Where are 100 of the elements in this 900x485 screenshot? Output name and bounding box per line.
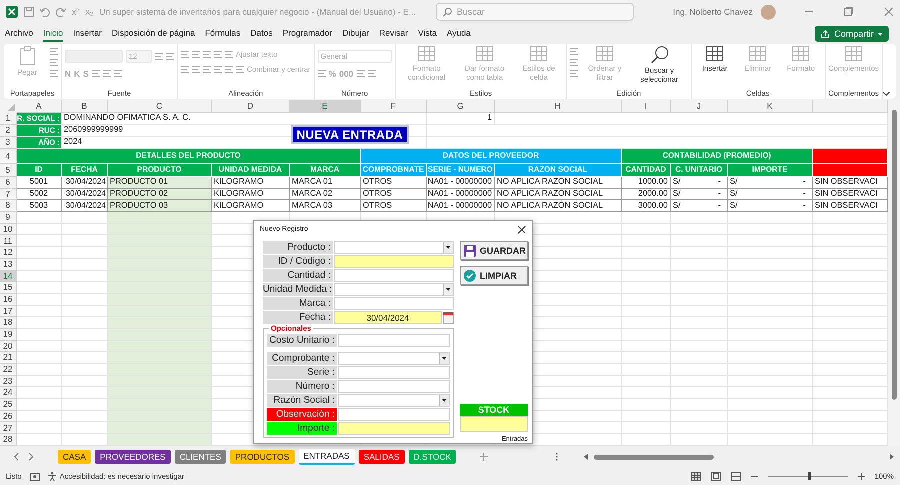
- row-header[interactable]: 7: [0, 188, 17, 200]
- zoom-in-icon[interactable]: [858, 473, 865, 480]
- dropdown-field[interactable]: [334, 241, 454, 254]
- share-button[interactable]: Compartir: [815, 26, 889, 42]
- input-field[interactable]: [334, 297, 454, 310]
- scroll-right-icon[interactable]: [890, 454, 894, 460]
- column-header[interactable]: K: [728, 100, 813, 113]
- sheet-tab[interactable]: PRODUCTOS: [230, 450, 295, 464]
- search-field[interactable]: Buscar: [436, 3, 634, 21]
- add-sheet-icon[interactable]: [480, 453, 488, 461]
- row-header[interactable]: 9: [0, 212, 17, 224]
- lines-icon[interactable]: [181, 66, 189, 74]
- row-header[interactable]: 10: [0, 224, 17, 236]
- next-icon[interactable]: [29, 453, 34, 461]
- lines-icon[interactable]: [225, 66, 233, 74]
- avatar[interactable]: [761, 4, 776, 20]
- lines-icon[interactable]: [236, 66, 244, 74]
- dropdown-arrow-icon[interactable]: [442, 357, 447, 360]
- redo-icon[interactable]: [56, 7, 66, 17]
- lines-icon[interactable]: [214, 50, 222, 58]
- row-header[interactable]: 13: [0, 258, 17, 270]
- caret-icon[interactable]: [878, 32, 883, 36]
- lines-icon[interactable]: [102, 70, 111, 78]
- clear-button[interactable]: LIMPIAR: [460, 266, 528, 285]
- lines-icon[interactable]: [356, 70, 365, 78]
- lines-icon[interactable]: [114, 70, 122, 78]
- row-header[interactable]: 5: [0, 164, 17, 177]
- row-header[interactable]: 12: [0, 247, 17, 259]
- dropdown-arrow-icon[interactable]: [442, 399, 447, 402]
- menu-tab[interactable]: Insertar: [73, 26, 102, 42]
- menu-tab[interactable]: Archivo: [5, 26, 34, 42]
- column-header[interactable]: H: [495, 100, 622, 113]
- input-field[interactable]: [334, 269, 454, 282]
- column-header[interactable]: J: [671, 100, 728, 113]
- lines-icon[interactable]: [50, 70, 58, 78]
- lines-icon[interactable]: [570, 59, 578, 67]
- lines-icon[interactable]: [570, 48, 578, 56]
- lines-icon[interactable]: [214, 66, 222, 74]
- close-icon[interactable]: [518, 226, 526, 234]
- column-header[interactable]: F: [361, 100, 427, 113]
- lines-icon[interactable]: [50, 48, 58, 56]
- date-field[interactable]: 30/04/2024: [334, 311, 442, 324]
- save-button[interactable]: GUARDAR: [460, 241, 528, 260]
- lines-icon[interactable]: [181, 50, 189, 58]
- row-header[interactable]: 23: [0, 376, 17, 388]
- menu-tab[interactable]: Revisar: [379, 26, 408, 42]
- lines-icon[interactable]: [192, 66, 200, 74]
- row-header[interactable]: 26: [0, 410, 17, 422]
- row-header[interactable]: 25: [0, 399, 17, 411]
- row-header[interactable]: 8: [0, 200, 17, 212]
- input-field[interactable]: [338, 380, 450, 393]
- dropdown-arrow-icon[interactable]: [446, 288, 451, 291]
- dropdown-field[interactable]: [338, 394, 450, 407]
- column-header[interactable]: D: [212, 100, 290, 113]
- lines-icon[interactable]: [203, 50, 211, 58]
- row-header[interactable]: 22: [0, 364, 17, 376]
- row-header[interactable]: 19: [0, 328, 17, 341]
- lines-icon[interactable]: [166, 52, 174, 60]
- scroll-left-icon[interactable]: [584, 454, 588, 460]
- macro-icon[interactable]: [30, 472, 40, 480]
- row-header[interactable]: 4: [0, 149, 17, 164]
- slider-thumb[interactable]: [808, 472, 811, 480]
- input-field[interactable]: [338, 408, 450, 421]
- menu-tab[interactable]: Inicio: [43, 26, 64, 42]
- menu-tab[interactable]: Programador: [282, 26, 332, 42]
- row-header[interactable]: 24: [0, 387, 17, 400]
- row-header[interactable]: 27: [0, 422, 17, 434]
- input-field[interactable]: [334, 255, 454, 268]
- accessibility-icon[interactable]: [48, 472, 57, 481]
- column-header[interactable]: B: [62, 100, 108, 113]
- collapse-icon[interactable]: [883, 92, 890, 96]
- column-header[interactable]: G: [427, 100, 495, 113]
- page-break-icon[interactable]: [730, 472, 741, 481]
- row-header[interactable]: 2: [0, 125, 17, 137]
- row-header[interactable]: 28: [0, 434, 17, 446]
- lines-icon[interactable]: [570, 70, 578, 78]
- dropdown-field[interactable]: [338, 352, 450, 365]
- column-header[interactable]: I: [622, 100, 671, 113]
- menu-tab[interactable]: Ayuda: [446, 26, 471, 42]
- row-header[interactable]: 16: [0, 294, 17, 306]
- row-header[interactable]: 6: [0, 177, 17, 189]
- lines-icon[interactable]: [192, 50, 200, 58]
- row-header[interactable]: 18: [0, 317, 17, 329]
- row-header[interactable]: 17: [0, 306, 17, 318]
- sheet-tab[interactable]: SALIDAS: [358, 450, 405, 464]
- sheet-tab[interactable]: PROVEEDORES: [95, 450, 171, 464]
- lines-icon[interactable]: [225, 50, 233, 58]
- scrollbar-thumb[interactable]: [892, 110, 896, 400]
- spreadsheet-icon[interactable]: [6, 6, 18, 18]
- menu-tab[interactable]: Dibujar: [342, 26, 370, 42]
- sheet-tab[interactable]: ENTRADAS: [298, 449, 355, 465]
- lines-icon[interactable]: [368, 70, 376, 78]
- lines-icon[interactable]: [318, 70, 326, 78]
- new-entry-button[interactable]: NUEVA ENTRADA: [291, 125, 409, 144]
- menu-tab[interactable]: Datos: [250, 26, 273, 42]
- row-header[interactable]: 11: [0, 235, 17, 248]
- calendar-icon[interactable]: [443, 311, 454, 324]
- input-field[interactable]: [338, 422, 450, 435]
- scrollbar-thumb[interactable]: [594, 454, 714, 460]
- menu-tab[interactable]: Vista: [418, 26, 437, 42]
